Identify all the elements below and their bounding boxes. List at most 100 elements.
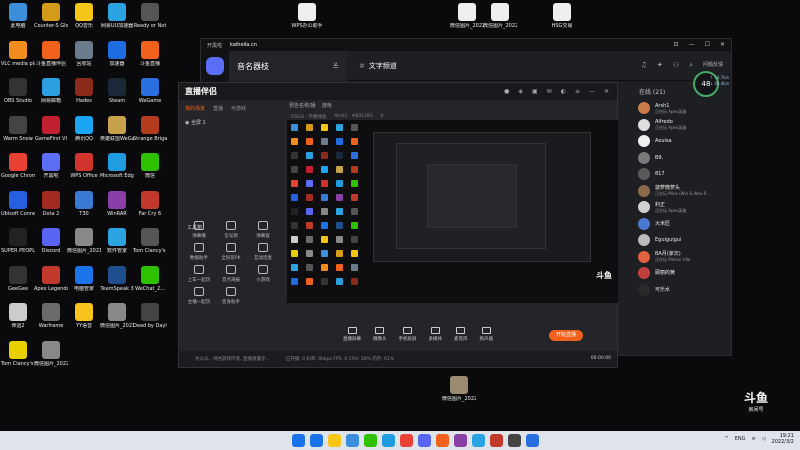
desktop-icon[interactable]: Tom Clancy's R... <box>133 228 167 254</box>
source-button[interactable]: 摄像头 <box>373 326 387 342</box>
taskbar-app-icon[interactable] <box>472 434 485 447</box>
taskbar-app-icon[interactable] <box>382 434 395 447</box>
minimize-button[interactable]: — <box>689 41 695 48</box>
tool-button[interactable]: 上车一起玩 <box>185 265 213 283</box>
desktop-icon[interactable]: 微信图片_2022020... <box>34 340 68 367</box>
eye-icon[interactable]: ◉ <box>185 120 189 126</box>
desktop-icon[interactable]: Hades <box>67 78 101 104</box>
member-item[interactable]: B9. <box>633 150 733 167</box>
taskbar-app-icon[interactable] <box>454 434 467 447</box>
desktop-icon[interactable]: WeChat_2... <box>133 265 167 292</box>
desktop-icon[interactable]: Apex Legends <box>34 265 68 292</box>
source-button[interactable]: 麦克风 <box>454 326 468 342</box>
desktop-icon[interactable]: Ubisoft Connect <box>1 190 35 217</box>
message-icon[interactable]: ✉ <box>547 88 552 95</box>
desktop-icon[interactable]: Far Cry 6 <box>133 190 167 217</box>
tab-my-scene[interactable]: 我的场景 <box>185 105 205 112</box>
member-item[interactable]: Alfredo 正在玩 Apex英雄 <box>633 117 733 134</box>
volume-icon[interactable]: ◁ <box>762 436 766 442</box>
tool-button[interactable]: 弹幕窗 <box>249 221 277 239</box>
tool-button[interactable]: 弹幕播 <box>185 221 213 239</box>
taskbar-app-icon[interactable] <box>310 434 323 447</box>
desktop-icon[interactable]: Discord <box>34 228 68 254</box>
tab-live[interactable]: 直播 <box>213 105 223 112</box>
desktop-icon[interactable]: Dead by Daylight <box>133 303 167 329</box>
desktop-icon[interactable]: Warframe <box>34 303 68 329</box>
taskbar-app-icon[interactable] <box>328 434 341 447</box>
scene-item[interactable]: ◉ 全屏 1 <box>179 117 285 128</box>
minimize-button[interactable]: — <box>589 88 595 95</box>
source-button[interactable]: 扬声器 <box>480 326 493 342</box>
member-item[interactable]: 菠萝微萝头 正在玩 Mine (Win & Wsu R... <box>633 183 733 200</box>
tray-chevron-icon[interactable]: ^ <box>724 436 728 442</box>
desktop-icon[interactable]: OBS Studio <box>1 78 35 104</box>
desktop-icon[interactable]: Tom Clancy's R... <box>1 340 35 367</box>
desktop-icon[interactable]: 网易UU加速器 <box>100 3 134 29</box>
member-item[interactable]: 利正 正在玩 Apex英雄 <box>633 199 733 216</box>
desktop-icon[interactable]: 微信图片_2021120... <box>100 303 134 329</box>
server-header[interactable]: 音名器枝 ≚ <box>229 51 347 81</box>
desktop-icon[interactable]: SUPER PEOPLE CBT <box>1 228 35 254</box>
tool-button[interactable]: 互动连麦 <box>249 243 277 261</box>
desktop-icon[interactable]: 斗鱼直播伴侣 <box>34 40 68 67</box>
desktop-icon[interactable]: VLC media player <box>1 40 35 67</box>
desktop-file-icon[interactable]: 微信图片_2022030... <box>450 3 484 29</box>
members-icon[interactable]: ⚇ <box>673 61 679 70</box>
search-icon[interactable]: ⌕ <box>689 61 693 70</box>
desktop-icon[interactable]: Google Chrome <box>1 153 35 179</box>
member-item[interactable]: 顾丽的黄 <box>633 265 733 282</box>
taskbar-app-icon[interactable] <box>526 434 539 447</box>
maximize-button[interactable]: ☐ <box>705 41 710 48</box>
member-item[interactable]: Aoulsa <box>633 133 733 150</box>
tool-button[interactable]: 变身助手 <box>217 287 245 305</box>
desktop-icon[interactable]: YY语音 <box>67 303 101 329</box>
member-item[interactable]: 可乐水 <box>633 282 733 299</box>
wifi-icon[interactable]: ≋ <box>751 436 755 442</box>
desktop-icon[interactable]: 微信 <box>133 153 167 179</box>
taskbar-app-icon[interactable] <box>346 434 359 447</box>
desktop-icon[interactable]: WeGame <box>133 78 167 104</box>
taskbar-app-icon[interactable] <box>490 434 503 447</box>
desktop-icon[interactable]: 软件管家 <box>100 228 134 254</box>
desktop-icon[interactable]: Strange Brigade <box>133 115 167 142</box>
desktop-icon[interactable]: Dota 2 <box>34 190 68 217</box>
avatar[interactable]: ● <box>504 88 509 95</box>
desktop-file-icon[interactable]: WPS办公助手 <box>290 3 324 29</box>
member-item[interactable]: 大米匠 <box>633 216 733 233</box>
close-button[interactable]: ✕ <box>720 41 725 48</box>
desktop-icon[interactable]: 腾讯QQ <box>67 115 101 142</box>
source-button[interactable]: 多媒体 <box>429 326 442 342</box>
desktop-icon[interactable]: T30 <box>67 190 101 217</box>
desktop-icon[interactable]: QQ音乐 <box>67 3 101 29</box>
desktop-icon[interactable]: Counter-S Global Off... <box>34 3 68 29</box>
language-indicator[interactable]: ENG <box>735 436 746 442</box>
start-button[interactable] <box>292 434 305 447</box>
source-button[interactable]: 直播屏幕 <box>343 326 361 342</box>
desktop-icon[interactable]: TeamSpeak 3 <box>100 265 134 292</box>
desktop-icon[interactable]: 回收站 <box>67 40 101 67</box>
menu-icon[interactable]: ≡ <box>575 88 580 95</box>
tool-button[interactable]: 小游戏 <box>249 265 277 283</box>
desktop-file-icon[interactable]: 微信图片_2022030... <box>483 3 517 29</box>
desktop-icon[interactable]: GeeGee <box>1 265 35 292</box>
tool-button[interactable]: 数据助手 <box>185 243 213 261</box>
close-button[interactable]: ✕ <box>604 88 609 95</box>
desktop-icon[interactable]: WPS Office <box>67 153 101 179</box>
desktop-icon[interactable]: Warm Snow <box>1 115 35 142</box>
desktop-icon[interactable]: 开黑啦 <box>34 153 68 179</box>
taskbar-app-icon[interactable] <box>400 434 413 447</box>
stage-tab-game[interactable]: 游戏 <box>322 102 332 109</box>
member-item[interactable]: BA月(家次) 正在玩 Melvor Idle <box>633 249 733 266</box>
taskbar-app-icon[interactable] <box>418 434 431 447</box>
tool-button[interactable]: 音点海报 <box>217 265 245 283</box>
pin-message-icon[interactable]: ✦ <box>657 61 663 70</box>
tool-button[interactable]: 信号源 <box>217 221 245 239</box>
desktop-icon[interactable]: 斗鱼直播 <box>133 40 167 67</box>
home-icon[interactable] <box>206 57 224 75</box>
desktop-icon[interactable]: 电脑管家 <box>67 265 101 292</box>
desktop-icon[interactable]: Microsoft Edge <box>100 153 134 179</box>
desktop-icon[interactable]: 英雄联盟WeGame版 <box>100 115 134 142</box>
source-button[interactable]: 手机投屏 <box>399 326 417 342</box>
settings-icon[interactable]: ≚ <box>332 62 339 71</box>
taskbar-app-icon[interactable] <box>436 434 449 447</box>
